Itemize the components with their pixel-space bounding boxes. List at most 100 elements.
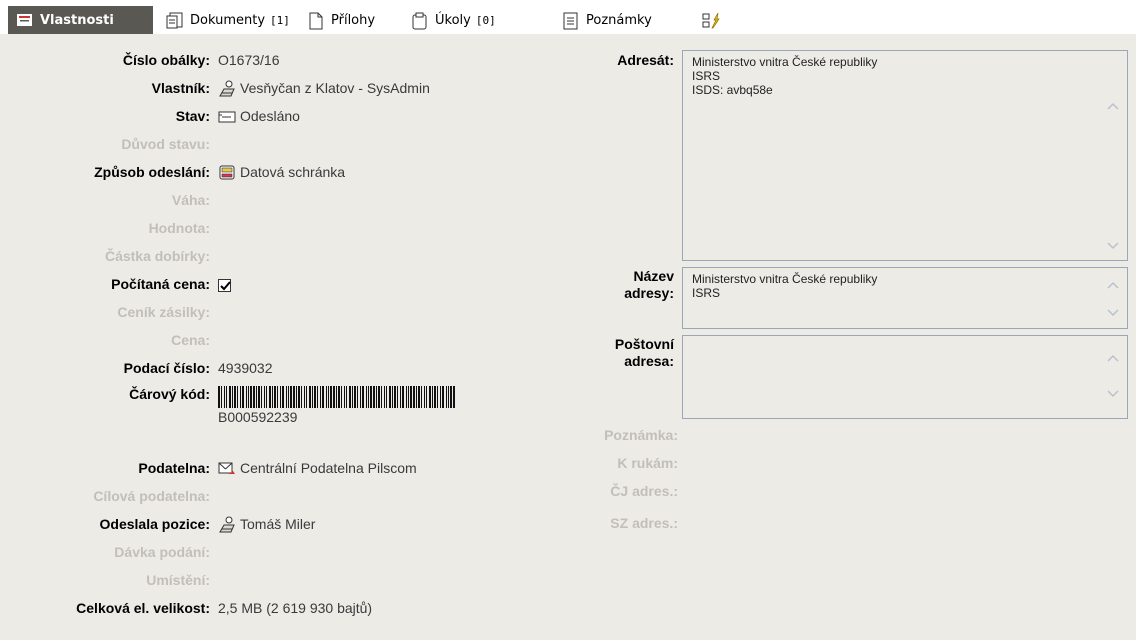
postovni-adresa-label: Poštovní adresa: <box>554 336 674 370</box>
field-vlastnik: Vlastník: Vesňyčan z Klatov - SysAdmin <box>0 80 580 102</box>
field-vaha: Váha: <box>0 192 580 214</box>
nazev-adresy-label-2: adresy: <box>624 285 674 301</box>
field-label: Celková el. velikost: <box>76 600 210 616</box>
field-label: Číslo obálky: <box>122 52 210 68</box>
tab-vlastnosti[interactable]: Vlastnosti <box>8 6 153 34</box>
scroll-up-icon[interactable] <box>1107 280 1119 292</box>
adresat-text: Ministerstvo vnitra České republiky ISRS… <box>692 55 877 97</box>
field-value-wrap: Centrální Podatelna Pilscom <box>218 460 417 477</box>
poznamka-label: Poznámka: <box>604 427 678 443</box>
tab-label: Dokumenty <box>190 13 266 28</box>
field-value: Vesňyčan z Klatov - SysAdmin <box>240 80 430 96</box>
properties-icon <box>17 14 32 26</box>
field-label: Odeslala pozice: <box>99 516 210 532</box>
nazev-adresy-label-1: Název <box>633 268 674 284</box>
field-value: Tomáš Miler <box>240 516 316 532</box>
postovni-adresa-label-2: adresa: <box>624 353 674 369</box>
databox-icon <box>218 164 236 181</box>
field-castka-dobirky: Částka dobírky: <box>0 248 580 270</box>
tab-dokumenty[interactable]: Dokumenty [1] <box>166 7 290 34</box>
tab-poznamky[interactable]: Poznámky <box>562 7 652 34</box>
field-value: 2,5 MB (2 619 930 bajtů) <box>218 600 373 616</box>
documents-icon <box>166 12 184 30</box>
field-stav: Stav: Odesláno <box>0 108 580 130</box>
workflow-icon <box>702 12 720 30</box>
nazev-adresy-line: ISRS <box>692 286 721 300</box>
field-umisteni: Umístění: <box>0 572 580 594</box>
field-label: Váha: <box>171 192 210 208</box>
field-cilova-podatelna: Cílová podatelna: <box>0 488 580 510</box>
field-pocitana-cena: Počítaná cena: <box>0 276 580 298</box>
cj-adres-label: ČJ adres.: <box>610 483 678 499</box>
field-podatelna: Podatelna: Centrální Podatelna Pilscom <box>0 460 580 482</box>
postovni-adresa-field[interactable] <box>682 335 1128 419</box>
field-duvod-stavu: Důvod stavu: <box>0 136 580 158</box>
adresat-line: ISRS <box>692 69 721 83</box>
field-label: Cílová podatelna: <box>93 488 210 504</box>
scroll-up-icon[interactable] <box>1107 353 1119 365</box>
field-value: Odesláno <box>240 108 300 124</box>
tab-prilohy[interactable]: Přílohy <box>307 7 375 34</box>
tab-label: Vlastnosti <box>40 12 114 28</box>
user-icon <box>218 516 236 533</box>
field-label: Stav: <box>175 108 210 124</box>
adresat-line: Ministerstvo vnitra České republiky <box>692 55 878 69</box>
field-podaci-cislo: Podací číslo: 4939032 <box>0 360 580 382</box>
tab-count: [0] <box>475 14 496 27</box>
tab-bar: Vlastnosti Dokumenty [1] Přílohy Úkoly [… <box>0 0 1136 34</box>
field-label: Počítaná cena: <box>111 276 210 292</box>
user-icon <box>218 80 236 97</box>
adresat-field[interactable]: Ministerstvo vnitra České republiky ISRS… <box>682 50 1128 261</box>
field-value: O1673/16 <box>218 52 280 68</box>
field-label: Podatelna: <box>138 460 210 476</box>
properties-panel: Číslo obálky: O1673/16 Vlastník: Vesňyča… <box>0 34 1136 640</box>
field-value-wrap: Odesláno <box>218 108 300 125</box>
notes-icon <box>562 12 580 30</box>
tab-count: [1] <box>270 14 290 27</box>
field-value-wrap: Datová schránka <box>218 164 345 181</box>
field-label: Důvod stavu: <box>121 136 210 152</box>
field-value: Datová schránka <box>240 164 346 180</box>
tab-ukoly[interactable]: Úkoly [0] <box>411 7 496 34</box>
field-cenik-zasilky: Ceník zásilky: <box>0 304 580 326</box>
field-cena: Cena: <box>0 332 580 354</box>
field-value: Centrální Podatelna Pilscom <box>240 460 417 476</box>
nazev-adresy-label: Název adresy: <box>554 268 674 302</box>
field-value-wrap: Vesňyčan z Klatov - SysAdmin <box>218 80 430 97</box>
nazev-adresy-line: Ministerstvo vnitra České republiky <box>692 272 878 286</box>
field-value-wrap <box>218 276 231 292</box>
field-hodnota: Hodnota: <box>0 220 580 242</box>
field-celkova-velikost: Celková el. velikost: 2,5 MB (2 619 930 … <box>0 600 580 622</box>
attachment-icon <box>307 12 325 30</box>
field-davka-podani: Dávka podání: <box>0 544 580 566</box>
field-label: Cena: <box>171 332 210 348</box>
field-value-wrap: Tomáš Miler <box>218 516 315 533</box>
field-label: Podací číslo: <box>123 360 210 376</box>
nazev-adresy-text: Ministerstvo vnitra České republiky ISRS <box>692 272 877 300</box>
scroll-down-icon[interactable] <box>1107 387 1119 399</box>
mailroom-icon <box>218 460 236 477</box>
field-carovy-kod: Čárový kód: B000592239 <box>0 386 580 436</box>
field-label: Dávka podání: <box>114 544 210 560</box>
nazev-adresy-field[interactable]: Ministerstvo vnitra České republiky ISRS <box>682 267 1128 329</box>
barcode-value: B000592239 <box>218 409 298 425</box>
field-value: 4939032 <box>218 360 273 376</box>
postovni-adresa-label-1: Poštovní <box>614 336 674 352</box>
tab-actions[interactable] <box>702 7 726 34</box>
scroll-down-icon[interactable] <box>1107 306 1119 318</box>
adresat-line: ISDS: avbq58e <box>692 83 773 97</box>
pocitana-cena-checkbox[interactable] <box>218 279 231 292</box>
field-label: Čárový kód: <box>129 386 210 402</box>
scroll-up-icon[interactable] <box>1107 101 1119 113</box>
field-cislo-obalky: Číslo obálky: O1673/16 <box>0 52 580 74</box>
barcode-image <box>218 386 455 408</box>
field-zpusob-odeslani: Způsob odeslání: Datová schránka <box>0 164 580 186</box>
field-label: Způsob odeslání: <box>94 164 210 180</box>
clipboard-icon <box>411 12 429 30</box>
tab-label: Poznámky <box>586 13 652 28</box>
field-label: Hodnota: <box>148 220 210 236</box>
tab-label: Úkoly <box>435 13 471 28</box>
adresat-label: Adresát: <box>617 52 674 68</box>
scroll-down-icon[interactable] <box>1107 239 1119 251</box>
field-label: Ceník zásilky: <box>117 304 210 320</box>
